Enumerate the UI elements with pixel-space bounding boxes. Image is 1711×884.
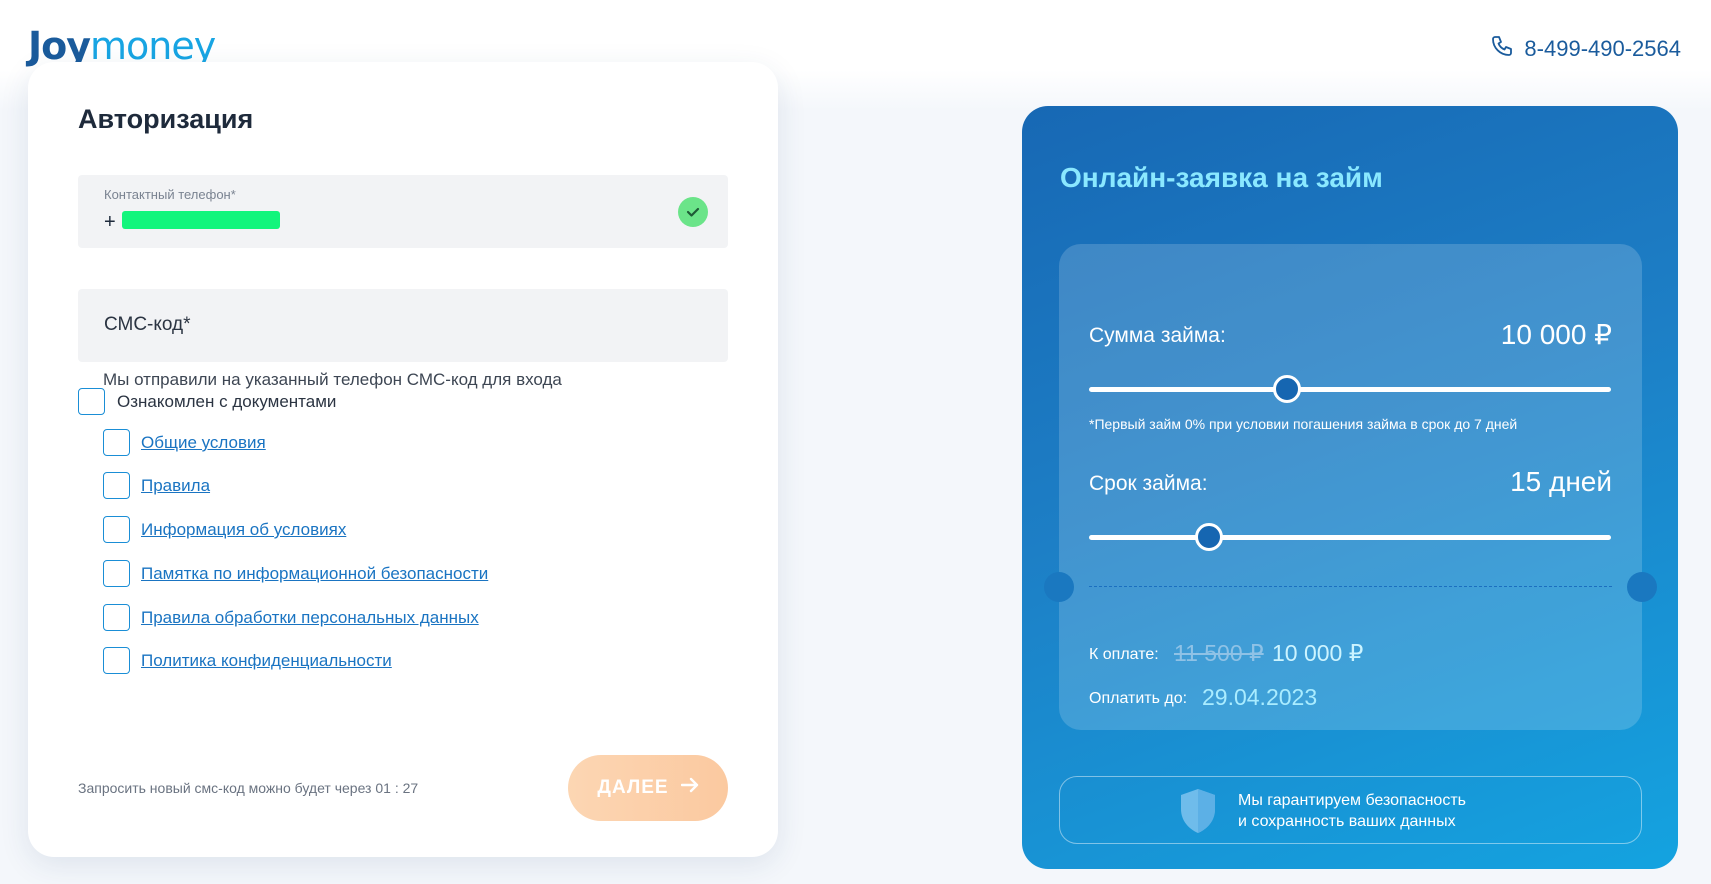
term-value: 15 дней (1510, 466, 1612, 497)
loan-calculator: Сумма займа: 10 000 ₽ *Первый займ 0% пр… (1044, 244, 1657, 730)
new-price: 10 000 ₽ (1272, 640, 1364, 666)
amount-slider-thumb[interactable] (1273, 375, 1302, 403)
term-label: Срок займа: (1089, 472, 1208, 495)
doc-link-security-memo[interactable]: Памятка по информационной безопасности (141, 564, 488, 584)
phone-field-value: + (104, 211, 116, 233)
auth-title: Авторизация (78, 104, 254, 134)
security-guarantee: Мы гарантируем безопасность и сохранност… (1059, 776, 1642, 844)
guarantee-line-2: и сохранность ваших данных (1238, 813, 1456, 830)
loan-title: Онлайн-заявка на займ (1060, 162, 1383, 193)
next-button[interactable]: ДАЛЕЕ (568, 755, 728, 821)
amount-label: Сумма займа: (1089, 324, 1226, 347)
header-phone[interactable]: 8-499-490-2564 (1490, 34, 1681, 64)
amount-slider[interactable] (1089, 375, 1611, 403)
guarantee-text: Мы гарантируем безопасность и сохранност… (1238, 790, 1466, 832)
loan-application-card: Онлайн-заявка на займ Сумма займа: 10 00… (1022, 106, 1678, 869)
doc-checkbox-1[interactable] (103, 429, 130, 456)
due-label: Оплатить до: (1089, 690, 1188, 707)
resend-timer-text: Запросить новый смс-код можно будет чере… (78, 780, 419, 796)
shield-icon (1178, 787, 1218, 835)
phone-number: 8-499-490-2564 (1524, 36, 1681, 61)
sms-code-placeholder: СМС-код* (104, 314, 191, 335)
due-date: 29.04.2023 (1202, 684, 1318, 710)
sms-code-field[interactable]: СМС-код* (78, 289, 728, 362)
agree-all-label: Ознакомлен с документами (117, 392, 337, 411)
doc-link-general-terms[interactable]: Общие условия (141, 433, 266, 453)
arrow-right-icon (680, 777, 699, 799)
ticket-notch-left (1044, 572, 1074, 602)
doc-checkbox-2[interactable] (103, 472, 130, 499)
ticket-notch-right (1627, 572, 1657, 602)
term-slider[interactable] (1089, 523, 1611, 551)
doc-link-rules[interactable]: Правила (141, 476, 210, 496)
doc-checkbox-3[interactable] (103, 516, 130, 543)
phone-icon (1490, 34, 1514, 64)
next-button-label: ДАЛЕЕ (597, 777, 669, 798)
phone-field-label: Контактный телефон* (104, 187, 236, 202)
phone-mask (122, 211, 280, 229)
doc-checkbox-5[interactable] (103, 604, 130, 631)
doc-link-privacy-policy[interactable]: Политика конфиденциальности (141, 651, 392, 671)
doc-link-conditions-info[interactable]: Информация об условиях (141, 520, 346, 540)
doc-link-personal-data[interactable]: Правила обработки персональных данных (141, 608, 479, 628)
old-price: 11 500 ₽ (1174, 640, 1264, 666)
dashed-divider (1089, 586, 1612, 587)
sms-hint: Мы отправили на указанный телефон СМС-ко… (103, 370, 562, 389)
pay-label: К оплате: (1089, 646, 1159, 663)
phone-field[interactable]: Контактный телефон* + (78, 175, 728, 248)
auth-card: Авторизация Контактный телефон* + СМС-ко… (28, 62, 778, 857)
agree-all-checkbox[interactable] (78, 388, 105, 415)
doc-checkbox-6[interactable] (103, 647, 130, 674)
doc-checkbox-4[interactable] (103, 560, 130, 587)
amount-value: 10 000 ₽ (1500, 319, 1612, 350)
check-icon (678, 197, 708, 227)
term-slider-thumb[interactable] (1195, 523, 1224, 551)
first-loan-note: *Первый займ 0% при условии погашения за… (1089, 416, 1518, 432)
guarantee-line-1: Мы гарантируем безопасность (1238, 792, 1466, 809)
